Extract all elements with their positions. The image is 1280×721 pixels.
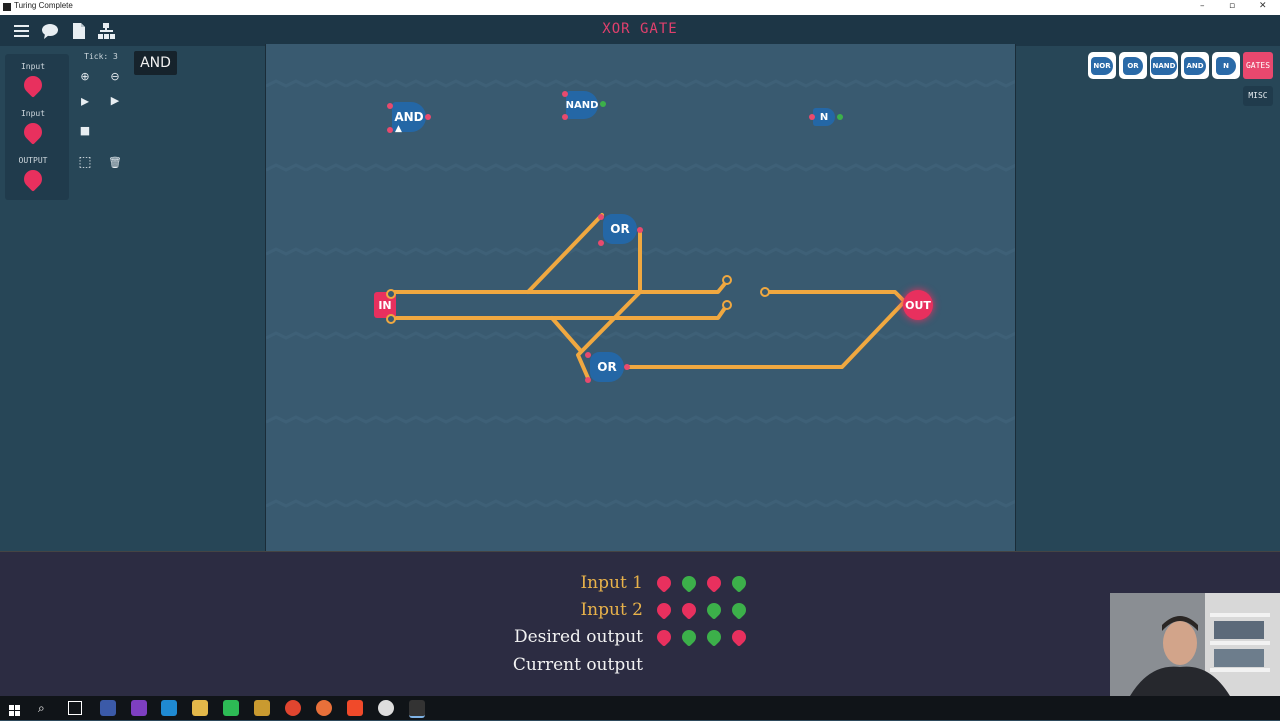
wire [526, 213, 604, 294]
wire [550, 316, 582, 352]
nand-gate[interactable]: NAND [566, 91, 598, 119]
brave-icon[interactable] [347, 700, 363, 716]
gate-pin[interactable] [598, 214, 604, 220]
wire [763, 290, 905, 302]
search-icon[interactable]: ⌕ [38, 701, 45, 716]
wire-endpoint [722, 275, 732, 285]
gate-pin[interactable] [387, 127, 393, 133]
gate-pin[interactable] [624, 364, 630, 370]
task-view-icon[interactable] [68, 701, 82, 715]
wire-endpoint [722, 300, 732, 310]
app-taskbar-icon[interactable] [100, 700, 116, 716]
webcam-overlay [1110, 593, 1280, 696]
app-taskbar-icon[interactable] [254, 700, 270, 716]
start-icon[interactable] [9, 702, 21, 716]
gate-pin[interactable] [585, 377, 591, 383]
wire [626, 301, 905, 369]
output-node[interactable]: OUT [903, 290, 933, 320]
or-gate-top-label: OR [610, 222, 630, 236]
chrome-icon[interactable] [285, 700, 301, 716]
not-gate[interactable]: N [813, 108, 835, 126]
desired-output-label: Desired output [513, 627, 643, 647]
firefox-icon[interactable] [316, 700, 332, 716]
mouse-cursor: ▲ [395, 124, 402, 134]
gate-pin[interactable] [598, 240, 604, 246]
gate-pin[interactable] [837, 114, 843, 120]
and-gate-label: AND [394, 110, 424, 124]
or-gate-top[interactable]: OR [603, 214, 637, 244]
or-gate-bottom[interactable]: OR [590, 352, 624, 382]
gate-pin[interactable] [809, 114, 815, 120]
clock-app-icon[interactable] [378, 700, 394, 716]
wire-endpoint [760, 287, 770, 297]
current-output-label: Current output [512, 655, 643, 675]
input-node-label: IN [378, 298, 392, 312]
gate-pin[interactable] [585, 352, 591, 358]
wire [388, 303, 729, 320]
wire [388, 279, 729, 294]
file-explorer-icon[interactable] [192, 700, 208, 716]
visual-studio-icon[interactable] [131, 700, 147, 716]
input-pin-2[interactable] [386, 314, 396, 324]
gate-pin[interactable] [562, 91, 568, 97]
gate-pin[interactable] [562, 114, 568, 120]
nand-gate-label: NAND [565, 99, 599, 111]
gate-pin[interactable] [425, 114, 431, 120]
gate-pin[interactable] [600, 101, 606, 107]
input-2-label: Input 2 [580, 600, 643, 620]
output-node-label: OUT [905, 298, 931, 312]
input-pin-1[interactable] [386, 289, 396, 299]
pycharm-icon[interactable] [223, 700, 239, 716]
turing-complete-taskbar-icon[interactable] [409, 700, 425, 718]
gate-pin[interactable] [637, 227, 643, 233]
vscode-icon[interactable] [161, 700, 177, 716]
not-gate-label: N [819, 111, 829, 123]
input-1-label: Input 1 [580, 573, 643, 593]
or-gate-bottom-label: OR [597, 360, 617, 374]
gate-pin[interactable] [387, 103, 393, 109]
